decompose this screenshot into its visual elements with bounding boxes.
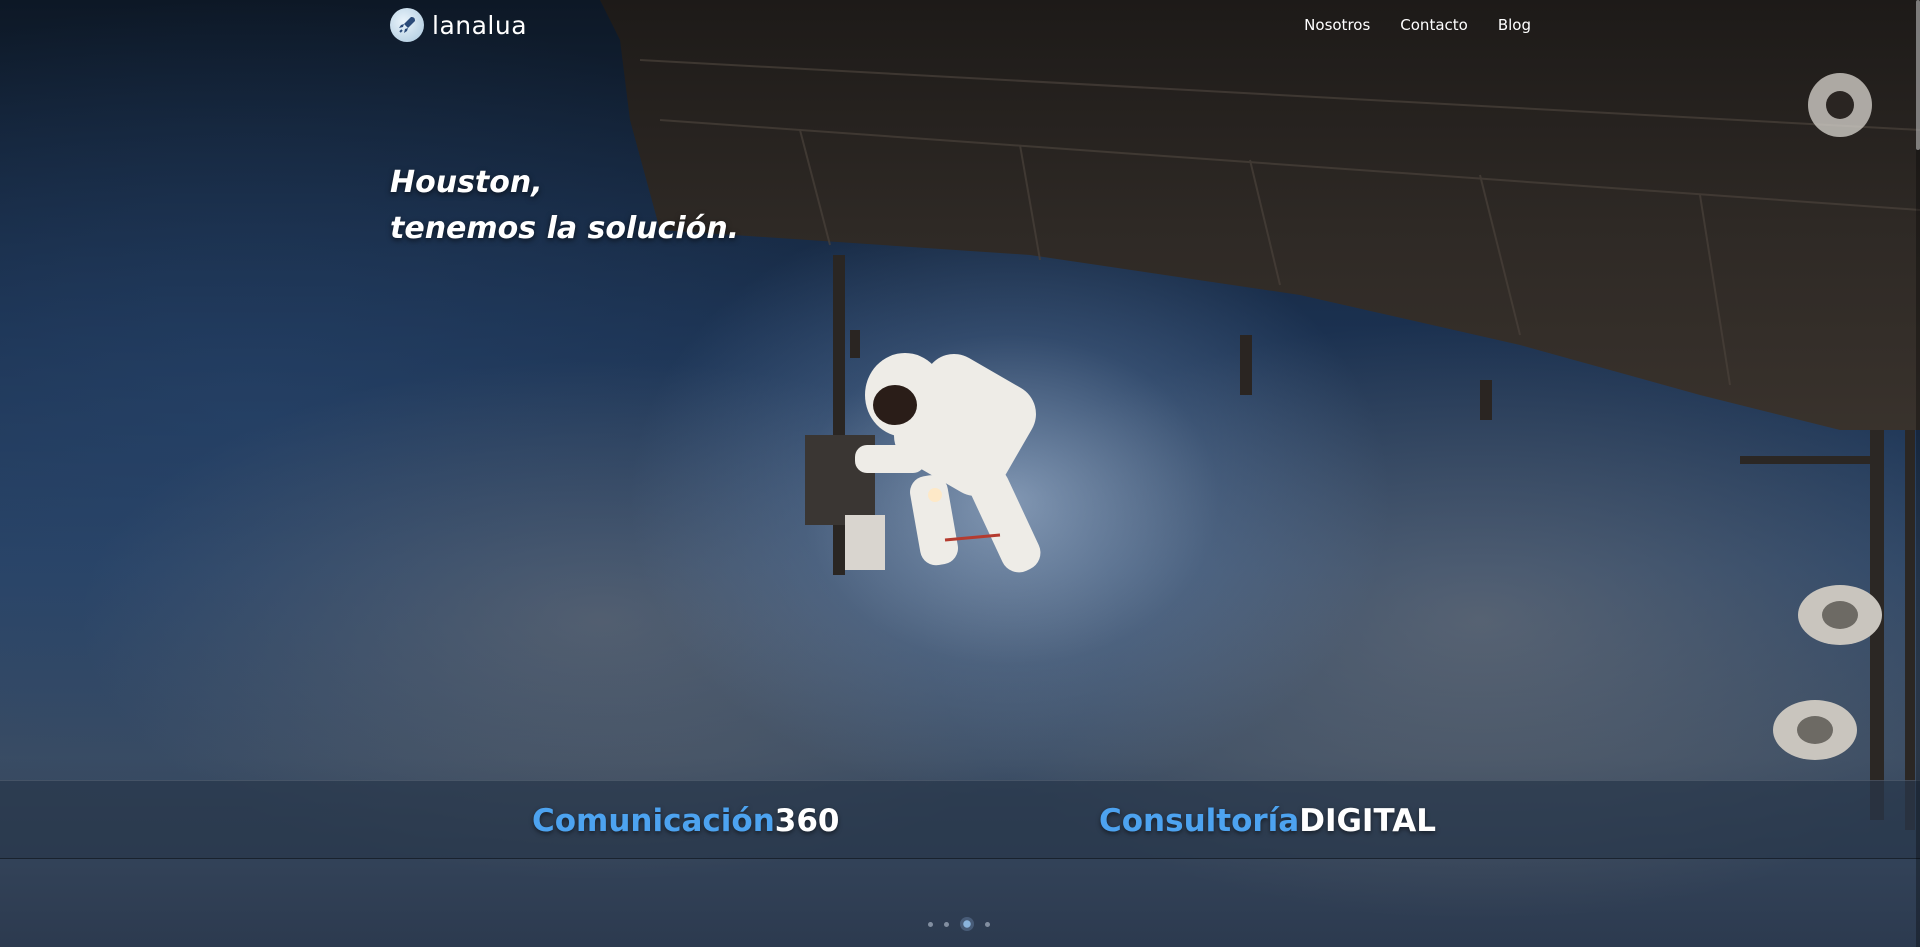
nav-link-contacto[interactable]: Contacto xyxy=(1400,16,1468,34)
carousel-dot-1[interactable] xyxy=(928,921,933,927)
site-header: lanalua Nosotros Contacto Blog xyxy=(0,0,1920,52)
service-strong-text: DIGITAL xyxy=(1299,803,1436,839)
scrollbar-thumb[interactable] xyxy=(1916,0,1920,150)
carousel-pagination xyxy=(928,917,990,931)
brand-name: lanalua xyxy=(432,10,528,40)
hero-title-line-2: tenemos la solución. xyxy=(390,211,740,246)
hero-page: lanalua Nosotros Contacto Blog Houston, … xyxy=(0,0,1920,947)
services-band: Comunicación360 ConsultoríaDIGITAL xyxy=(0,780,1920,859)
nav-link-nosotros[interactable]: Nosotros xyxy=(1304,16,1370,34)
astronaut-image xyxy=(795,255,1125,620)
service-accent-text: Comunicación xyxy=(532,803,775,839)
service-accent-text: Consultoría xyxy=(1099,803,1300,839)
nav-link-blog[interactable]: Blog xyxy=(1498,16,1531,34)
service-link-consultoria-digital[interactable]: ConsultoríaDIGITAL xyxy=(1099,803,1436,839)
hero-title: Houston, tenemos la solución. xyxy=(390,160,739,252)
carousel-dot-2[interactable] xyxy=(944,921,949,927)
station-truss-image xyxy=(1740,430,1915,830)
service-strong-text: 360 xyxy=(774,803,840,839)
hero-title-line-1: Houston, xyxy=(390,165,543,200)
rocket-icon xyxy=(390,8,424,42)
carousel-dot-3-active[interactable] xyxy=(960,917,974,931)
page-scrollbar[interactable] xyxy=(1916,0,1920,947)
service-link-comunicacion-360[interactable]: Comunicación360 xyxy=(532,803,840,839)
carousel-dot-4[interactable] xyxy=(985,921,990,927)
brand-logo-link[interactable]: lanalua xyxy=(390,8,527,42)
main-nav: Nosotros Contacto Blog xyxy=(1304,16,1531,34)
